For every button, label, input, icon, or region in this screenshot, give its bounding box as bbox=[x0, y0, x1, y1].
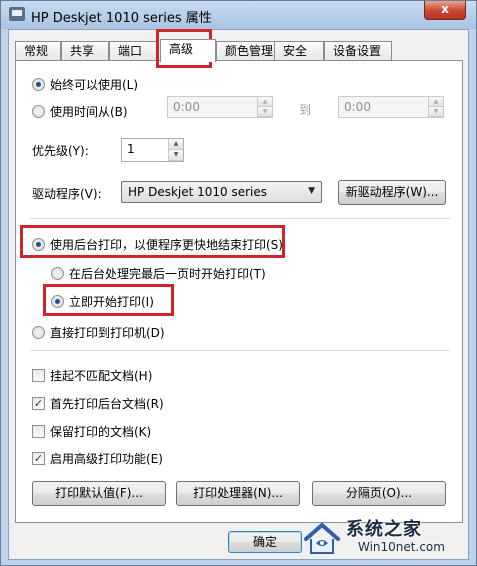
print-defaults-button[interactable]: 打印默认值(F)... bbox=[32, 481, 166, 506]
always-available-label: 始终可以使用(L) bbox=[50, 77, 139, 92]
priority-label: 优先级(Y): bbox=[32, 144, 89, 158]
spool-option-highlight bbox=[20, 225, 285, 258]
direct-print-radio[interactable] bbox=[32, 325, 45, 339]
after-last-page-option[interactable]: 在后台处理完最后一页时开始打印(T) bbox=[51, 264, 266, 282]
keep-printed-label: 保留打印的文档(K) bbox=[50, 424, 152, 439]
to-label: 到 bbox=[299, 103, 312, 117]
keep-printed-option[interactable]: 保留打印的文档(K) bbox=[32, 422, 151, 440]
priority-value: 1 bbox=[127, 142, 135, 156]
after-last-page-radio[interactable] bbox=[51, 266, 64, 280]
direct-print-option[interactable]: 直接打印到打印机(D) bbox=[32, 323, 165, 341]
print-immediately-highlight bbox=[43, 284, 174, 316]
available-from-option[interactable]: 使用时间从(B) bbox=[32, 102, 128, 120]
always-available-option[interactable]: 始终可以使用(L) bbox=[32, 75, 138, 93]
separator-page-button[interactable]: 分隔页(O)... bbox=[312, 481, 446, 506]
watermark-url: Win10net.com bbox=[358, 540, 445, 554]
spin-up-icon[interactable]: ▲ bbox=[168, 139, 183, 150]
priority-spinner[interactable]: 1 ▲ ▼ bbox=[121, 138, 184, 162]
window-title: HP Deskjet 1010 series 属性 bbox=[31, 11, 212, 26]
printer-icon bbox=[9, 7, 25, 21]
from-time-value: 0:00 bbox=[173, 100, 200, 114]
spin-down-icon[interactable]: ▼ bbox=[257, 107, 272, 117]
tab-general[interactable]: 常规 bbox=[15, 41, 61, 60]
advanced-features-option[interactable]: ✓ 启用高级打印功能(E) bbox=[32, 449, 163, 467]
from-time-spinner[interactable]: 0:00 ▲ ▼ bbox=[167, 96, 273, 118]
house-logo-icon bbox=[304, 522, 340, 554]
close-button[interactable]: x bbox=[424, 1, 466, 20]
spooled-first-checkbox[interactable]: ✓ bbox=[32, 396, 45, 410]
tab-strip: 常规 共享 端口 高级 颜色管理 安全 设备设置 bbox=[15, 39, 465, 62]
spin-up-icon[interactable]: ▲ bbox=[428, 97, 443, 107]
divider bbox=[30, 350, 450, 351]
always-available-radio[interactable] bbox=[32, 77, 45, 91]
after-last-page-label: 在后台处理完最后一页时开始打印(T) bbox=[69, 266, 266, 281]
tab-ports[interactable]: 端口 bbox=[109, 41, 157, 60]
spooled-first-label: 首先打印后台文档(R) bbox=[50, 396, 164, 411]
hold-mismatched-label: 挂起不匹配文档(H) bbox=[50, 368, 153, 383]
hold-mismatched-checkbox[interactable] bbox=[32, 368, 45, 382]
spin-up-icon[interactable]: ▲ bbox=[257, 97, 272, 107]
available-from-radio[interactable] bbox=[32, 104, 45, 118]
available-from-label: 使用时间从(B) bbox=[50, 104, 128, 119]
spin-down-icon[interactable]: ▼ bbox=[428, 107, 443, 117]
driver-select[interactable]: HP Deskjet 1010 series ▼ bbox=[121, 181, 322, 203]
advanced-features-label: 启用高级打印功能(E) bbox=[50, 451, 163, 466]
properties-window: HP Deskjet 1010 series 属性 x 常规 共享 端口 高级 … bbox=[0, 0, 477, 566]
new-driver-button[interactable]: 新驱动程序(W)... bbox=[338, 180, 446, 205]
direct-print-label: 直接打印到打印机(D) bbox=[50, 325, 165, 340]
driver-label: 驱动程序(V): bbox=[32, 187, 102, 201]
tab-security[interactable]: 安全 bbox=[274, 41, 324, 60]
tab-advanced[interactable]: 高级 bbox=[160, 39, 216, 62]
spooled-first-option[interactable]: ✓ 首先打印后台文档(R) bbox=[32, 394, 164, 412]
driver-select-value: HP Deskjet 1010 series bbox=[128, 185, 268, 199]
to-time-value: 0:00 bbox=[344, 100, 371, 114]
divider bbox=[30, 218, 450, 219]
watermark-title: 系统之家 bbox=[346, 519, 422, 540]
advanced-features-checkbox[interactable]: ✓ bbox=[32, 451, 45, 465]
title-bar[interactable]: HP Deskjet 1010 series 属性 x bbox=[1, 1, 476, 29]
tab-sharing[interactable]: 共享 bbox=[61, 41, 109, 60]
print-processor-button[interactable]: 打印处理器(N)... bbox=[176, 481, 300, 506]
chevron-down-icon: ▼ bbox=[308, 186, 315, 196]
to-time-spinner[interactable]: 0:00 ▲ ▼ bbox=[338, 96, 444, 118]
site-watermark: 系统之家 Win10net.com bbox=[302, 513, 472, 561]
hold-mismatched-option[interactable]: 挂起不匹配文档(H) bbox=[32, 366, 152, 384]
ok-button[interactable]: 确定 bbox=[228, 531, 302, 553]
keep-printed-checkbox[interactable] bbox=[32, 424, 45, 438]
spin-down-icon[interactable]: ▼ bbox=[168, 150, 183, 161]
tab-device-settings[interactable]: 设备设置 bbox=[324, 41, 392, 60]
